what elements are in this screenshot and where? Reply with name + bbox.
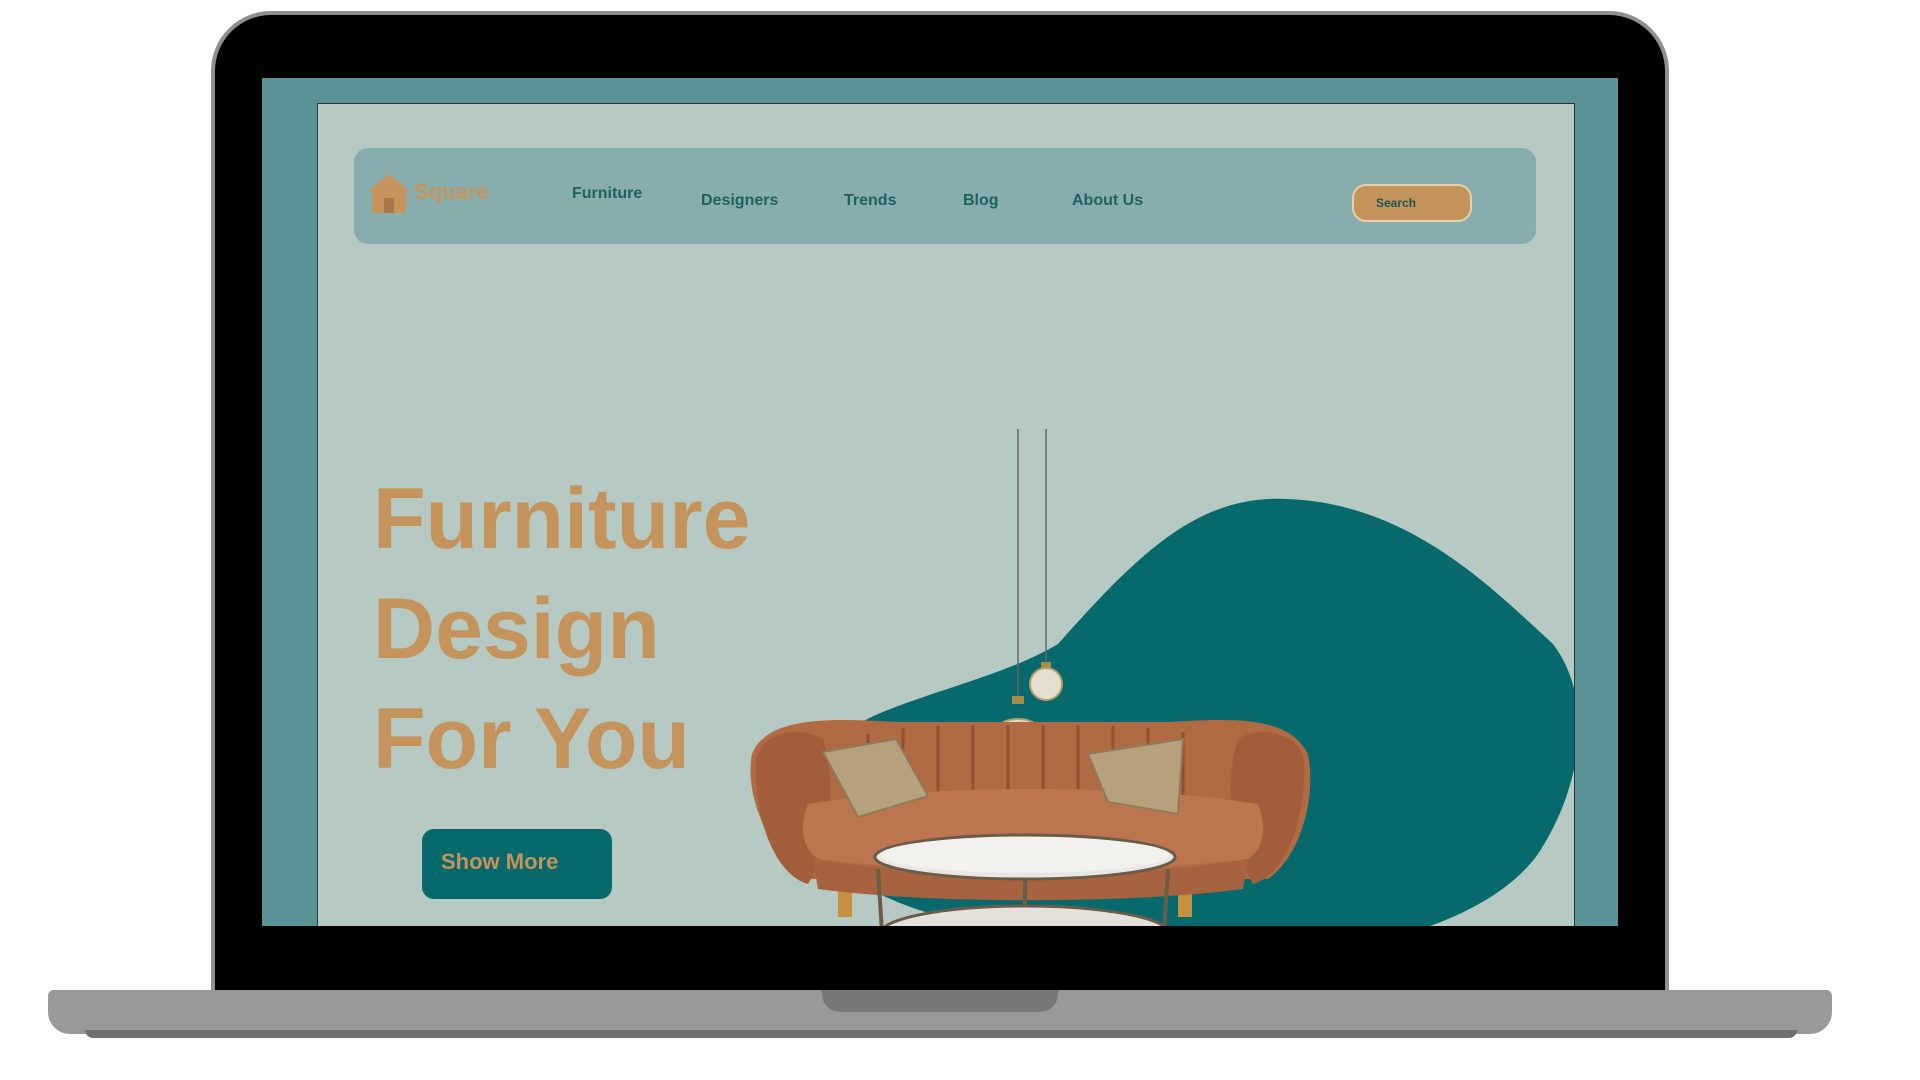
hero-title-line-3: For You <box>373 691 690 787</box>
nav-item-blog[interactable]: Blog <box>963 192 999 210</box>
brand-name: Square <box>414 179 489 204</box>
show-more-button[interactable]: Show More <box>422 829 612 899</box>
laptop-screen: Square Furniture Designers Trends Blog A… <box>262 78 1618 926</box>
nav-item-furniture[interactable]: Furniture <box>572 185 642 203</box>
nav-item-trends[interactable]: Trends <box>844 192 896 210</box>
navbar: Square Furniture Designers Trends Blog A… <box>354 148 1536 244</box>
hero-title: Furniture Design For You <box>373 464 893 794</box>
house-icon <box>368 174 410 213</box>
laptop-notch <box>822 990 1058 1012</box>
hero-title-line-2: Design <box>373 581 660 677</box>
brand-logo[interactable]: Square <box>366 172 489 214</box>
landing-page: Square Furniture Designers Trends Blog A… <box>317 103 1575 926</box>
nav-item-designers[interactable]: Designers <box>701 192 778 210</box>
laptop-base-shadow <box>85 1030 1797 1038</box>
nav-item-about-us[interactable]: About Us <box>1072 192 1143 210</box>
hero-title-line-1: Furniture <box>373 471 751 567</box>
search-button[interactable]: Search <box>1352 184 1472 222</box>
